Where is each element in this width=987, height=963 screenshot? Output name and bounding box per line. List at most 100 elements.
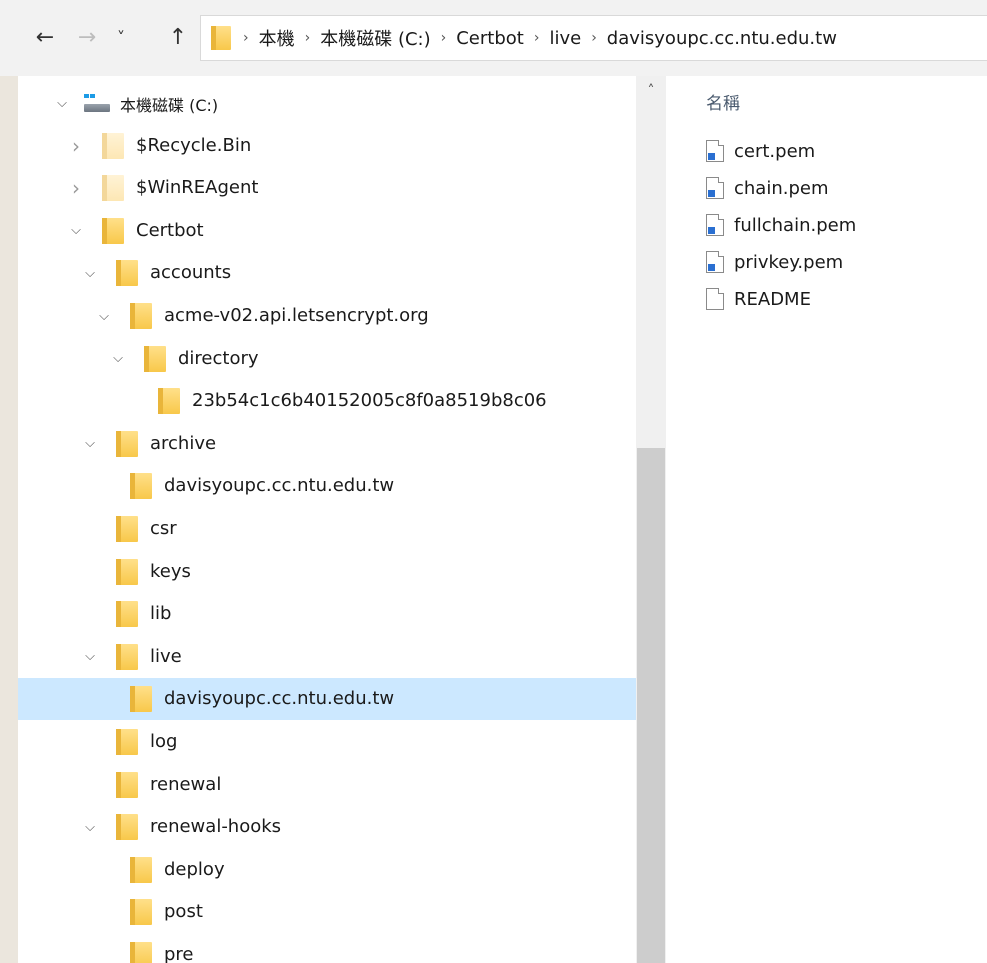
- chevron-down-icon[interactable]: ⌵: [80, 817, 100, 837]
- breadcrumb-separator-icon[interactable]: ›: [587, 30, 601, 46]
- file-list-pane[interactable]: 名稱 cert.pem chain.pem fullchain.pem privkey…: [666, 76, 987, 963]
- breadcrumb-item[interactable]: live: [543, 28, 587, 49]
- folder-icon: [144, 345, 166, 377]
- folder-icon: [102, 217, 124, 249]
- file-name: fullchain.pem: [734, 214, 857, 236]
- chevron-down-icon[interactable]: ⌵: [66, 221, 86, 241]
- tree-item-label: csr: [150, 518, 177, 539]
- tree-item-label: 本機磁碟 (C:): [120, 96, 219, 115]
- tree-item[interactable]: csr: [18, 508, 636, 550]
- forward-arrow-icon[interactable]: →: [72, 22, 102, 52]
- pem-file-icon: [706, 140, 724, 162]
- breadcrumb-item[interactable]: 本機: [253, 25, 301, 51]
- chevron-right-icon[interactable]: ›: [66, 176, 86, 200]
- folder-icon: [130, 856, 152, 888]
- file-name: README: [734, 288, 811, 310]
- tree-item[interactable]: ⌵ directory: [18, 338, 636, 380]
- file-name: chain.pem: [734, 177, 829, 199]
- folder-icon: [130, 899, 152, 930]
- tree-item[interactable]: ⌵ archive: [18, 423, 636, 465]
- breadcrumb-item[interactable]: davisyoupc.cc.ntu.edu.tw: [601, 28, 843, 49]
- tree-item-label: 23b54c1c6b40152005c8f0a8519b8c06: [192, 390, 547, 412]
- back-arrow-icon[interactable]: ←: [30, 22, 60, 52]
- file-item[interactable]: chain.pem: [706, 169, 976, 207]
- chevron-down-icon[interactable]: ⌵: [80, 263, 100, 283]
- text-file-icon: [706, 288, 724, 310]
- tree-item[interactable]: ⌵ accounts: [18, 252, 636, 294]
- folder-icon: [130, 686, 152, 717]
- breadcrumb-item[interactable]: 本機磁碟 (C:): [314, 25, 436, 51]
- chevron-down-icon[interactable]: ⌵: [108, 349, 128, 369]
- file-item[interactable]: README: [706, 280, 976, 318]
- tree-item[interactable]: lib: [18, 593, 636, 635]
- tree-item-label: deploy: [164, 858, 225, 880]
- breadcrumb-separator-icon[interactable]: ›: [437, 30, 451, 46]
- tree-item[interactable]: › $WinREAgent: [18, 167, 636, 209]
- tree-item[interactable]: davisyoupc.cc.ntu.edu.tw: [18, 465, 636, 507]
- folder-icon: [158, 388, 180, 419]
- breadcrumb-item[interactable]: Certbot: [450, 28, 530, 49]
- tree-item-label: directory: [178, 347, 259, 369]
- tree-item-label: log: [150, 731, 178, 752]
- tree-item-label: renewal-hooks: [150, 816, 282, 838]
- tree-item-label: lib: [150, 603, 172, 625]
- tree-item[interactable]: › $Recycle.Bin: [18, 125, 636, 167]
- navigation-pane[interactable]: ⌵ 本機磁碟 (C:) › $Recycle.Bin › $WinREAgent ⌵ Cert…: [18, 76, 636, 963]
- folder-icon: [130, 942, 152, 963]
- folder-icon: [116, 643, 138, 675]
- tree-item-label: Certbot: [136, 219, 204, 241]
- folder-icon: [130, 303, 152, 334]
- tree-item[interactable]: log: [18, 721, 636, 763]
- file-item[interactable]: fullchain.pem: [706, 206, 976, 244]
- scroll-up-arrow-icon[interactable]: ˄: [636, 76, 666, 106]
- tree-item-label: $WinREAgent: [136, 177, 259, 199]
- tree-item[interactable]: renewal: [18, 764, 636, 806]
- drive-icon: [84, 94, 110, 112]
- breadcrumb-separator-icon[interactable]: ›: [530, 30, 544, 46]
- tree-item[interactable]: ⌵ renewal-hooks: [18, 806, 636, 848]
- folder-icon: [116, 601, 138, 632]
- tree-item[interactable]: davisyoupc.cc.ntu.edu.tw: [18, 678, 636, 721]
- tree-item[interactable]: ⌵ acme-v02.api.letsencrypt.org: [18, 295, 636, 337]
- folder-icon: [102, 132, 124, 164]
- address-bar[interactable]: › 本機 › 本機磁碟 (C:) › Certbot › live › davisyoupc.cc…: [200, 15, 987, 61]
- column-header-name[interactable]: 名稱: [706, 89, 740, 114]
- tree-item[interactable]: keys: [18, 551, 636, 593]
- pem-file-icon: [706, 251, 724, 273]
- tree-item[interactable]: pre: [18, 934, 636, 963]
- folder-icon: [116, 430, 138, 462]
- folder-icon: [211, 26, 231, 50]
- tree-item[interactable]: ⌵ Certbot: [18, 210, 636, 252]
- tree-item[interactable]: post: [18, 891, 636, 933]
- folder-icon: [116, 771, 138, 803]
- folder-icon: [116, 516, 138, 547]
- tree-item[interactable]: deploy: [18, 849, 636, 891]
- tree-item-label: renewal: [150, 773, 222, 795]
- recent-locations-chevron-icon[interactable]: ˅: [106, 22, 136, 52]
- breadcrumb-separator-icon[interactable]: ›: [301, 30, 315, 46]
- navigation-toolbar: ← → ˅ ↑ › 本機 › 本機磁碟 (C:) › Certbot › live › davis…: [0, 0, 987, 76]
- breadcrumb-separator-icon[interactable]: ›: [239, 30, 253, 46]
- file-item[interactable]: privkey.pem: [706, 243, 976, 281]
- up-arrow-icon[interactable]: ↑: [163, 22, 193, 52]
- folder-icon: [102, 175, 124, 206]
- tree-item-label: post: [164, 901, 203, 923]
- file-name: cert.pem: [734, 140, 816, 162]
- chevron-down-icon[interactable]: ⌵: [52, 93, 72, 113]
- file-item[interactable]: cert.pem: [706, 132, 976, 170]
- folder-icon: [130, 473, 152, 504]
- chevron-down-icon[interactable]: ⌵: [80, 647, 100, 667]
- folder-icon: [116, 814, 138, 845]
- tree-item[interactable]: ⌵ live: [18, 636, 636, 678]
- tree-item-drive-c[interactable]: ⌵ 本機磁碟 (C:): [18, 82, 636, 124]
- tree-item[interactable]: 23b54c1c6b40152005c8f0a8519b8c06: [18, 380, 636, 422]
- navigation-pane-scrollbar[interactable]: ˄: [636, 76, 666, 963]
- chevron-right-icon[interactable]: ›: [66, 134, 86, 158]
- chevron-down-icon[interactable]: ⌵: [80, 434, 100, 454]
- tree-item-label: davisyoupc.cc.ntu.edu.tw: [164, 688, 395, 710]
- tree-item-label: pre: [164, 944, 194, 963]
- file-name: privkey.pem: [734, 251, 844, 273]
- scroll-thumb[interactable]: [637, 448, 665, 963]
- tree-item-label: accounts: [150, 262, 232, 284]
- chevron-down-icon[interactable]: ⌵: [94, 306, 114, 326]
